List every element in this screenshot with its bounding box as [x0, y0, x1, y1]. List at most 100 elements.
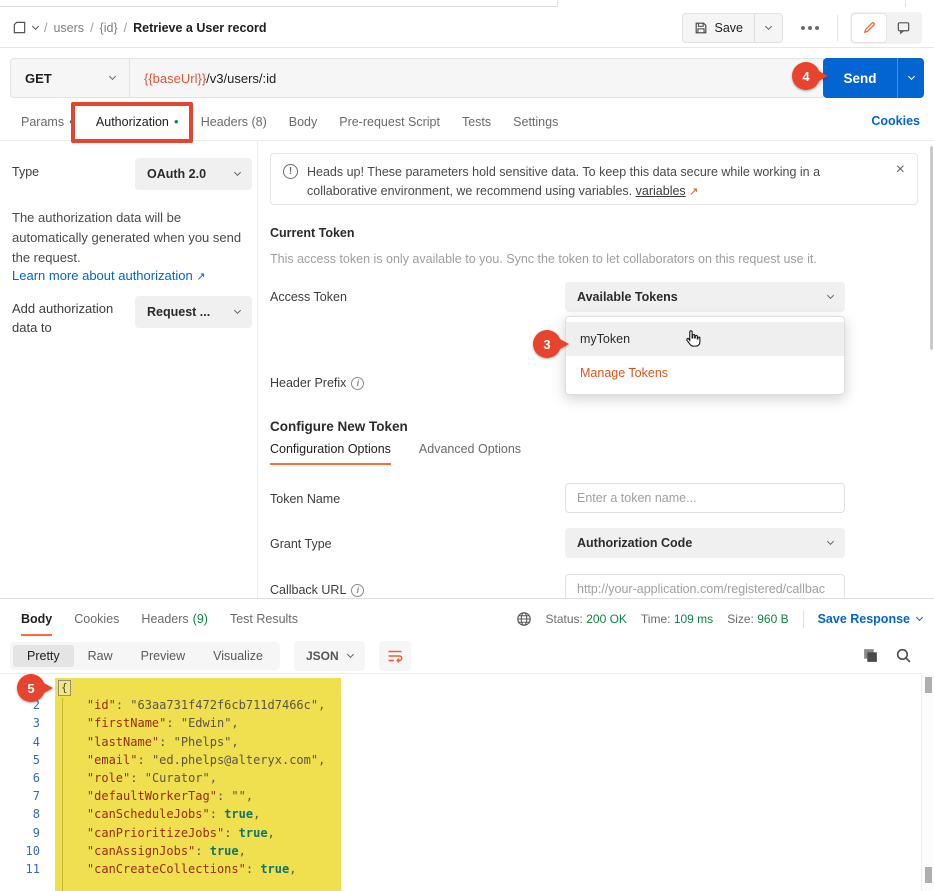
view-tab-raw[interactable]: Raw: [74, 645, 127, 667]
tab-label: Settings: [513, 115, 558, 129]
header-prefix-label: Header Prefix i: [270, 376, 364, 390]
method-select[interactable]: GET: [11, 71, 129, 86]
token-dropdown-menu: myToken Manage Tokens: [565, 316, 845, 395]
close-warning-button[interactable]: ×: [896, 163, 905, 195]
header-actions: Save: [682, 12, 923, 44]
tab-body[interactable]: Body: [278, 104, 329, 140]
tab-label: Cookies: [74, 612, 119, 626]
scrollbar-thumb[interactable]: [925, 867, 932, 883]
modified-dot-icon: ●: [174, 118, 179, 126]
token-name-input[interactable]: [565, 483, 845, 513]
breadcrumb-folder[interactable]: users: [53, 21, 84, 35]
format-select[interactable]: JSON: [294, 641, 365, 671]
access-token-label: Access Token: [270, 290, 347, 304]
more-options-button[interactable]: [795, 18, 825, 38]
auth-description: The authorization data will be automatic…: [12, 208, 254, 268]
response-tab-cookies[interactable]: Cookies: [63, 599, 130, 639]
tab-label: Test Results: [230, 612, 298, 626]
comment-button[interactable]: [886, 14, 920, 42]
external-link-icon: ↗: [196, 271, 205, 283]
tab-tests[interactable]: Tests: [451, 104, 502, 140]
grant-type-select[interactable]: Authorization Code: [565, 528, 845, 558]
tab-headers-8[interactable]: Headers (8): [190, 104, 278, 140]
code-content: "canAssignJobs": true,: [50, 844, 246, 858]
tab-pre-request-script[interactable]: Pre-request Script: [328, 104, 451, 140]
url-row: GET {{baseUrl}}/v3/users/:id Send: [10, 58, 924, 98]
access-token-select[interactable]: Available Tokens: [565, 282, 845, 312]
window-tabstrip: [0, 0, 934, 8]
scrollbar-thumb[interactable]: [925, 677, 932, 693]
menu-item-manage-tokens[interactable]: Manage Tokens: [566, 356, 844, 390]
line-number[interactable]: 5: [0, 753, 50, 767]
line-number[interactable]: 10: [0, 844, 50, 858]
auth-type-select[interactable]: OAuth 2.0: [135, 158, 252, 190]
line-number[interactable]: 9: [0, 826, 50, 840]
copy-icon[interactable]: [862, 647, 879, 664]
grant-type-value: Authorization Code: [577, 536, 692, 550]
response-tab-test-results[interactable]: Test Results: [219, 599, 309, 639]
info-icon[interactable]: i: [351, 584, 364, 597]
save-response-button[interactable]: Save Response: [818, 612, 922, 626]
menu-item-mytoken[interactable]: myToken: [566, 322, 844, 356]
chevron-down-icon: [347, 651, 354, 658]
auth-scrollbar-thumb[interactable]: [930, 146, 933, 350]
size-value: 960 B: [757, 612, 788, 626]
collection-icon[interactable]: [12, 20, 27, 35]
response-tab-body[interactable]: Body: [10, 599, 63, 639]
add-auth-data-select[interactable]: Request ...: [135, 296, 252, 328]
view-tab-pretty[interactable]: Pretty: [13, 645, 74, 667]
add-auth-data-value: Request ...: [147, 305, 210, 319]
line-number[interactable]: 3: [0, 716, 50, 730]
configure-tabs: Configuration Options Advanced Options: [270, 442, 521, 465]
code-content: "firstName": "Edwin",: [50, 716, 239, 730]
tab-authorization[interactable]: Authorization●: [85, 104, 190, 140]
view-tab-visualize[interactable]: Visualize: [199, 645, 277, 667]
info-icon[interactable]: i: [351, 377, 364, 390]
breadcrumb-expand-icon[interactable]: [32, 22, 39, 29]
current-token-title: Current Token: [270, 226, 355, 240]
config-tab-configuration-options[interactable]: Configuration Options: [270, 442, 391, 465]
tab-label: Tests: [462, 115, 491, 129]
modified-dot-icon: ●: [69, 118, 74, 126]
line-number[interactable]: 8: [0, 807, 50, 821]
edit-mode-button[interactable]: [852, 14, 886, 42]
code-line: 2 "id": "63aa731f472f6cb711d7466c",: [0, 696, 921, 714]
save-options-button[interactable]: [754, 13, 782, 43]
send-options-button[interactable]: [897, 58, 924, 98]
warning-icon: !: [283, 164, 298, 179]
chevron-down-icon: [916, 614, 923, 621]
request-header-bar: / users / {id} / Retrieve a User record …: [0, 8, 934, 48]
response-scrollbar[interactable]: [921, 673, 934, 891]
config-tab-advanced-options[interactable]: Advanced Options: [419, 442, 521, 465]
code-line: 5 "email": "ed.phelps@alteryx.com",: [0, 751, 921, 769]
comment-icon: [896, 20, 911, 35]
format-value: JSON: [306, 649, 339, 663]
view-tab-preview[interactable]: Preview: [127, 645, 199, 667]
learn-more-label: Learn more about authorization: [12, 268, 193, 283]
save-button[interactable]: Save: [682, 13, 784, 43]
line-number[interactable]: 6: [0, 771, 50, 785]
url-input[interactable]: {{baseUrl}}/v3/users/:id: [129, 59, 824, 97]
globe-icon[interactable]: [516, 611, 532, 627]
breadcrumb-subfolder[interactable]: {id}: [100, 21, 118, 35]
variables-link[interactable]: variables: [636, 184, 686, 198]
method-url-bar: GET {{baseUrl}}/v3/users/:id: [10, 58, 825, 98]
cookies-link[interactable]: Cookies: [871, 114, 920, 128]
send-button[interactable]: Send: [823, 58, 924, 98]
response-actions: [862, 647, 912, 664]
response-body-viewer[interactable]: 1{2 "id": "63aa731f472f6cb711d7466c",3 "…: [0, 673, 921, 891]
line-number[interactable]: 7: [0, 789, 50, 803]
tab-params[interactable]: Params●: [10, 104, 85, 140]
time-value: 109 ms: [674, 612, 713, 626]
save-icon: [694, 21, 708, 35]
method-value: GET: [25, 71, 52, 86]
response-tab-headers[interactable]: Headers(9): [130, 599, 219, 639]
request-title: Retrieve a User record: [133, 21, 266, 35]
line-number[interactable]: 4: [0, 735, 50, 749]
status-pair: Status: 200 OK: [546, 612, 627, 626]
line-number[interactable]: 11: [0, 862, 50, 876]
tab-settings[interactable]: Settings: [502, 104, 569, 140]
search-icon[interactable]: [895, 647, 912, 664]
learn-more-link[interactable]: Learn more about authorization ↗: [12, 268, 206, 283]
wrap-text-button[interactable]: [379, 641, 411, 671]
